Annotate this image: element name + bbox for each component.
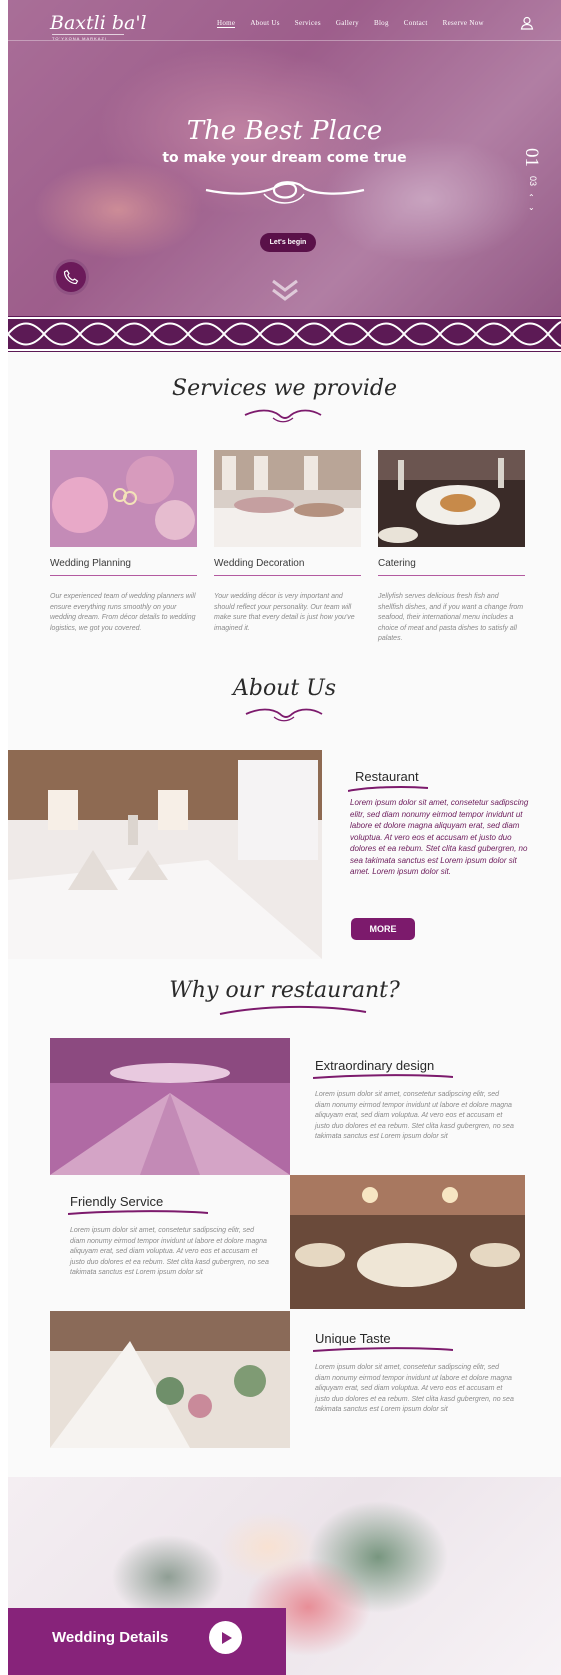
why-item-underline [68,1210,208,1215]
play-icon [221,1631,232,1644]
hero-subtitle: to make your dream come true [162,150,407,166]
nav-item-gallery[interactable]: Gallery [336,19,359,28]
wedding-details-label: Wedding Details [52,1629,169,1646]
slide-current: 01 [521,148,542,167]
play-video-button[interactable] [209,1621,242,1654]
about-ornament-icon [245,708,323,722]
more-button[interactable]: MORE [351,918,415,940]
nav-item-about[interactable]: About Us [250,19,279,28]
services-ornament-icon [244,409,322,423]
decorative-pattern-band [8,316,561,352]
scroll-down-icon[interactable] [270,278,300,302]
service-description: Jellyfish serves delicious fresh fish an… [378,593,524,642]
page: Baxtli ba'l TO'YXONA MARKAZI Home About … [8,0,561,1675]
why-item-heading: Friendly Service [70,1194,164,1209]
slide-up-icon[interactable]: ⌃ [528,193,535,203]
why-item-text: Lorem ipsum dolor sit amet, consetetur s… [315,1364,514,1413]
main-nav: Home About Us Services Gallery Blog Cont… [217,19,484,28]
restaurant-heading: Restaurant [355,769,419,784]
why-item-heading: Extraordinary design [315,1058,435,1073]
why-ornament-icon [219,1005,367,1015]
why-item-text: Lorem ipsum dolor sit amet, consetetur s… [70,1227,269,1276]
nav-item-blog[interactable]: Blog [374,19,389,28]
lets-begin-button[interactable]: Let's begin [260,233,316,252]
why-item-text: Lorem ipsum dolor sit amet, consetetur s… [315,1091,514,1140]
about-title: About Us [232,676,337,701]
restaurant-underline [348,786,428,792]
restaurant-description: Lorem ipsum dolor sit amet, consetetur s… [350,798,529,876]
nav-item-home[interactable]: Home [217,19,236,28]
service-description: Your wedding décor is very important and… [214,593,355,632]
restaurant-image [8,750,322,959]
why-item-underline [313,1347,453,1352]
catering-image [378,450,525,547]
slide-arrows: ⌃ ⌄ [528,193,535,213]
nav-divider [8,40,561,41]
call-button[interactable] [53,259,89,295]
slide-down-icon[interactable]: ⌄ [528,203,535,213]
wedding-planning-image [50,450,197,547]
why-item-underline [313,1074,453,1079]
hero-title: The Best Place [186,116,383,146]
why-item-heading: Unique Taste [315,1331,391,1346]
service-name: Catering [378,558,525,576]
user-icon[interactable] [520,16,534,30]
hero-section: Baxtli ba'l TO'YXONA MARKAZI Home About … [8,0,561,316]
services-title: Services we provide [172,376,397,401]
phone-icon [63,269,79,285]
hero-ornament-icon [205,181,365,204]
service-name: Wedding Planning [50,558,197,576]
nav-item-services[interactable]: Services [295,19,321,28]
nav-item-contact[interactable]: Contact [404,19,428,28]
brand-logo[interactable]: Baxtli ba'l [50,12,147,34]
wedding-decoration-image [214,450,361,547]
unique-taste-image [50,1311,290,1448]
why-title: Why our restaurant? [169,978,400,1003]
service-description: Our experienced team of wedding planners… [50,593,196,632]
service-name: Wedding Decoration [214,558,361,576]
extraordinary-design-image [50,1038,290,1175]
nav-item-reserve[interactable]: Reserve Now [443,19,484,28]
friendly-service-image [290,1175,525,1309]
slide-total: 03 [528,176,538,187]
